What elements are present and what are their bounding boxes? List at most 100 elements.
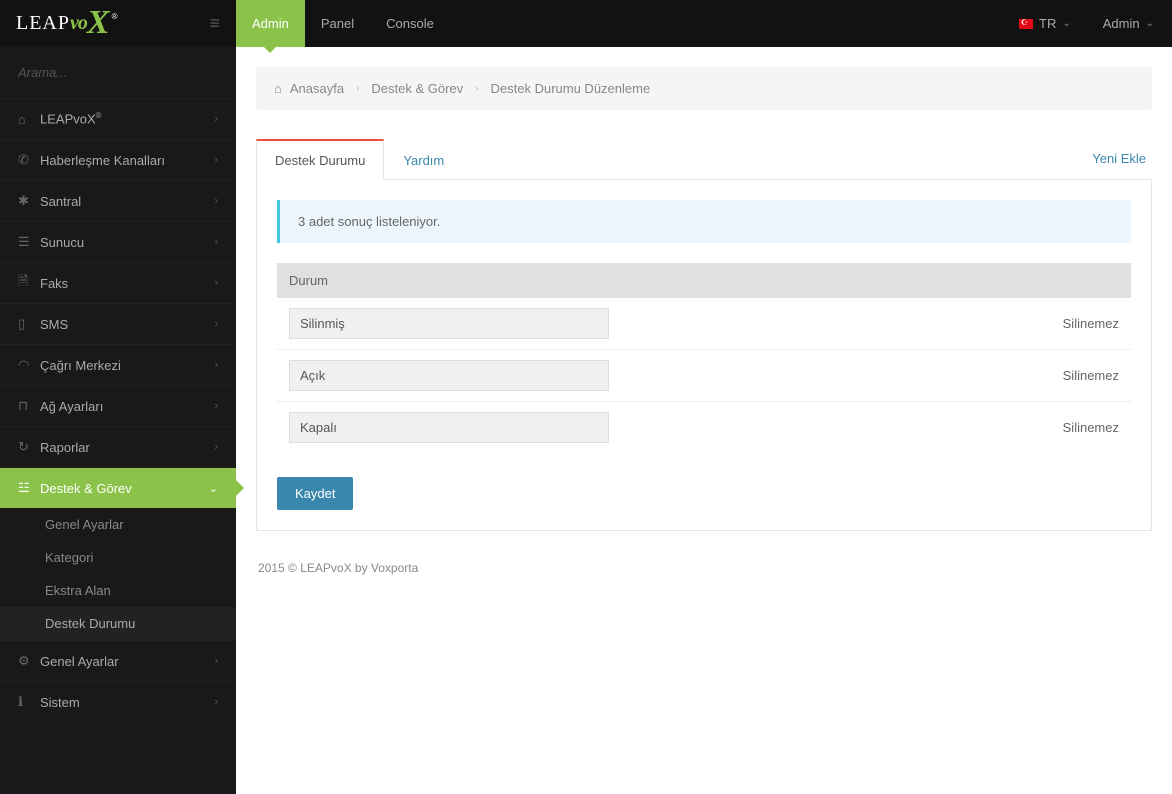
sidebar-item-santral[interactable]: ✱ Santral › — [0, 180, 236, 221]
status-input[interactable] — [289, 308, 609, 339]
submenu-support-status[interactable]: Destek Durumu — [0, 607, 236, 640]
topnav-console[interactable]: Console — [370, 0, 450, 47]
logo-vo: vo — [70, 12, 87, 35]
sidebar-item-label: Ağ Ayarları — [40, 399, 214, 414]
sidebar-item-comm-channels[interactable]: ✆ Haberleşme Kanalları › — [0, 139, 236, 180]
sidebar-item-support-tasks[interactable]: ☳ Destek & Görev ⌄ — [0, 467, 236, 508]
new-add-link[interactable]: Yeni Ekle — [1086, 139, 1152, 178]
breadcrumb-separator: › — [356, 83, 359, 94]
main-content: ⌂ Anasayfa › Destek & Görev › Destek Dur… — [236, 47, 1172, 794]
submenu-category[interactable]: Kategori — [0, 541, 236, 574]
task-icon: ☳ — [18, 480, 40, 496]
status-input[interactable] — [289, 412, 609, 443]
footer: 2015 © LEAPvoX by Voxporta — [256, 561, 1152, 575]
breadcrumb-support[interactable]: Destek & Görev — [371, 81, 463, 96]
sidebar-item-label: Haberleşme Kanalları — [40, 153, 214, 168]
sidebar-item-general-settings[interactable]: ⚙ Genel Ayarlar › — [0, 640, 236, 681]
table-header: Durum — [277, 263, 1131, 298]
breadcrumb-separator: › — [475, 83, 478, 94]
chevron-right-icon: › — [214, 113, 218, 125]
home-icon: ⌂ — [274, 81, 282, 96]
asterisk-icon: ✱ — [18, 193, 40, 209]
phone-icon: ✆ — [18, 152, 40, 168]
table-row: Silinemez — [277, 298, 1131, 350]
server-icon: ☰ — [18, 234, 40, 250]
sidebar-item-label: Santral — [40, 194, 214, 209]
sidebar-item-sunucu[interactable]: ☰ Sunucu › — [0, 221, 236, 262]
home-icon: ⌂ — [18, 112, 40, 127]
chevron-right-icon: › — [214, 154, 218, 166]
sidebar-item-label: Sunucu — [40, 235, 214, 250]
tab-help[interactable]: Yardım — [384, 140, 463, 180]
chevron-right-icon: › — [214, 318, 218, 330]
breadcrumb-home[interactable]: Anasayfa — [290, 81, 344, 96]
breadcrumb-current: Destek Durumu Düzenleme — [491, 81, 651, 96]
topbar-left: LEAP vo X ® ≡ — [0, 0, 236, 47]
sidebar-item-sms[interactable]: ▯ SMS › — [0, 303, 236, 344]
sidebar-item-label: Çağrı Merkezi — [40, 358, 214, 373]
lang-selector[interactable]: TR ⌄ — [1005, 0, 1085, 47]
fax-icon: 🗎 — [18, 272, 40, 294]
logo[interactable]: LEAP vo X ® — [16, 12, 115, 35]
chevron-right-icon: › — [214, 277, 218, 289]
chevron-down-icon: ⌄ — [1146, 18, 1154, 29]
gears-icon: ⚙ — [18, 653, 40, 669]
table-row: Silinemez — [277, 350, 1131, 402]
panel: 3 adet sonuç listeleniyor. Durum Silinem… — [256, 180, 1152, 531]
sidebar-item-reports[interactable]: ↻ Raporlar › — [0, 426, 236, 467]
logo-r: ® — [112, 12, 118, 21]
chevron-right-icon: › — [214, 400, 218, 412]
sidebar: ⌂ LEAPvoX® › ✆ Haberleşme Kanalları › ✱ … — [0, 47, 236, 794]
topnav-right: TR ⌄ Admin ⌄ — [1005, 0, 1172, 47]
sidebar-item-leapvox[interactable]: ⌂ LEAPvoX® › — [0, 98, 236, 139]
chevron-down-icon: ⌄ — [209, 482, 218, 495]
info-alert: 3 adet sonuç listeleniyor. — [277, 200, 1131, 243]
sidebar-item-label: Faks — [40, 276, 214, 291]
sidebar-menu: ⌂ LEAPvoX® › ✆ Haberleşme Kanalları › ✱ … — [0, 98, 236, 722]
save-button[interactable]: Kaydet — [277, 477, 353, 510]
sidebar-item-label: Raporlar — [40, 440, 214, 455]
user-name: Admin — [1103, 16, 1140, 31]
search-input[interactable] — [0, 47, 236, 98]
hamburger-icon[interactable]: ≡ — [209, 13, 220, 34]
headset-icon: ◠ — [18, 357, 40, 373]
sidebar-item-call-center[interactable]: ◠ Çağrı Merkezi › — [0, 344, 236, 385]
user-menu[interactable]: Admin ⌄ — [1085, 0, 1172, 47]
topnav: Admin Panel Console — [236, 0, 1005, 47]
history-icon: ↻ — [18, 439, 40, 455]
lang-code: TR — [1039, 16, 1056, 31]
sidebar-item-system[interactable]: ℹ Sistem › — [0, 681, 236, 722]
topnav-panel[interactable]: Panel — [305, 0, 370, 47]
row-status: Silinemez — [1063, 368, 1119, 383]
chevron-right-icon: › — [214, 195, 218, 207]
sidebar-item-label: Sistem — [40, 695, 214, 710]
sidebar-item-label: SMS — [40, 317, 214, 332]
mobile-icon: ▯ — [18, 316, 40, 332]
chevron-right-icon: › — [214, 696, 218, 708]
row-status: Silinemez — [1063, 316, 1119, 331]
sidebar-item-network[interactable]: ⊓ Ağ Ayarları › — [0, 385, 236, 426]
table-row: Silinemez — [277, 402, 1131, 453]
topnav-admin[interactable]: Admin — [236, 0, 305, 47]
tab-support-status[interactable]: Destek Durumu — [256, 139, 384, 180]
status-input[interactable] — [289, 360, 609, 391]
sidebar-submenu: Genel Ayarlar Kategori Ekstra Alan Deste… — [0, 508, 236, 640]
breadcrumb: ⌂ Anasayfa › Destek & Görev › Destek Dur… — [256, 67, 1152, 110]
chevron-right-icon: › — [214, 655, 218, 667]
sidebar-item-faks[interactable]: 🗎 Faks › — [0, 262, 236, 303]
logo-leap: LEAP — [16, 12, 70, 35]
flag-icon — [1019, 19, 1033, 29]
info-icon: ℹ — [18, 694, 40, 710]
row-status: Silinemez — [1063, 420, 1119, 435]
sidebar-item-label: Genel Ayarlar — [40, 654, 214, 669]
tabs: Destek Durumu Yardım Yeni Ekle — [256, 138, 1152, 180]
sidebar-item-label: Destek & Görev — [40, 481, 209, 496]
chevron-down-icon: ⌄ — [1062, 18, 1070, 29]
network-icon: ⊓ — [18, 398, 40, 414]
submenu-general[interactable]: Genel Ayarlar — [0, 508, 236, 541]
chevron-right-icon: › — [214, 236, 218, 248]
chevron-right-icon: › — [214, 359, 218, 371]
sidebar-item-label: LEAPvoX® — [40, 111, 214, 126]
chevron-right-icon: › — [214, 441, 218, 453]
submenu-extra-field[interactable]: Ekstra Alan — [0, 574, 236, 607]
